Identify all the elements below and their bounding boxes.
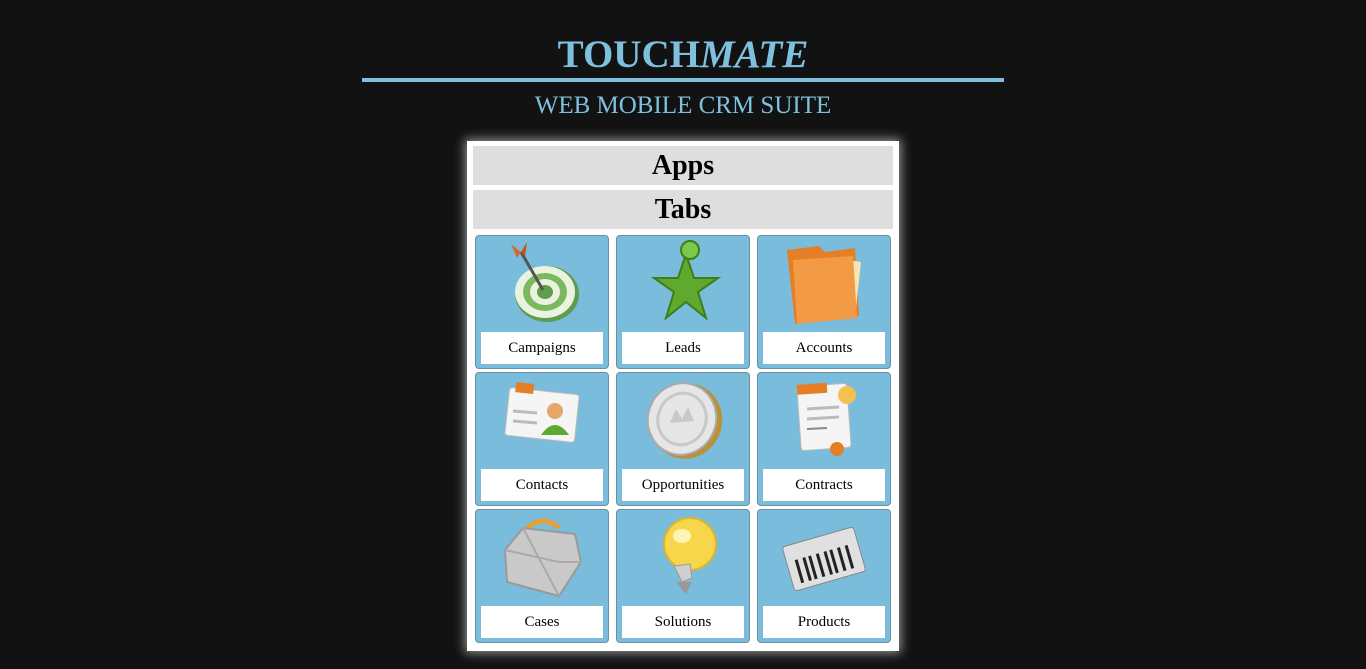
tile-accounts[interactable]: Accounts [757, 235, 891, 369]
tile-label: Opportunities [622, 469, 744, 501]
star-person-icon [650, 240, 722, 321]
tile-opportunities[interactable]: Opportunities [616, 372, 750, 506]
tile-label: Leads [622, 332, 744, 364]
tile-label: Contacts [481, 469, 603, 501]
tile-contracts[interactable]: Contracts [757, 372, 891, 506]
tile-products[interactable]: Products [757, 509, 891, 643]
tile-contacts[interactable]: Contacts [475, 372, 609, 506]
tile-label: Solutions [622, 606, 744, 638]
apps-button[interactable]: Apps [473, 146, 893, 185]
tile-solutions[interactable]: Solutions [616, 509, 750, 643]
tile-label: Accounts [763, 332, 885, 364]
barcode-icon [782, 526, 866, 592]
tile-label: Cases [481, 606, 603, 638]
brand-touch: TOUCH [557, 33, 700, 76]
brand-logo: TOUCHMATE [0, 33, 1366, 77]
tile-cases[interactable]: Cases [475, 509, 609, 643]
lightbulb-icon [663, 517, 717, 594]
navigation-panel: Apps Tabs Campaigns Leads Accounts Conta… [467, 141, 899, 651]
target-dart-icon [511, 242, 579, 322]
page-subtitle: WEB MOBILE CRM SUITE [534, 92, 832, 119]
brand-mate: MATE [699, 33, 809, 76]
tile-label: Products [763, 606, 885, 638]
contact-card-icon [504, 382, 580, 443]
contract-document-icon [796, 382, 856, 456]
tile-leads[interactable]: Leads [616, 235, 750, 369]
folder-icon [787, 246, 861, 324]
coin-icon [646, 382, 723, 459]
header-divider [362, 78, 1004, 82]
toolbox-icon [503, 518, 583, 598]
tile-label: Campaigns [481, 332, 603, 364]
tile-campaigns[interactable]: Campaigns [475, 235, 609, 369]
tile-label: Contracts [763, 469, 885, 501]
tabs-button[interactable]: Tabs [473, 190, 893, 229]
